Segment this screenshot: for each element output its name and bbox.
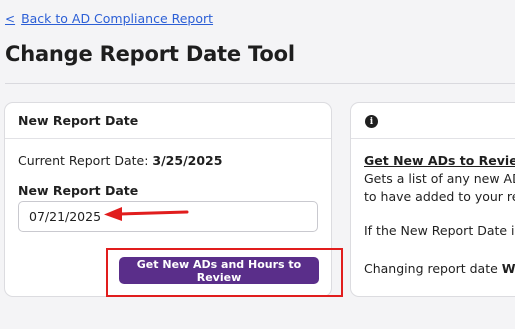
current-date-value: 3/25/2025 bbox=[152, 153, 223, 168]
chevron-left-icon: < bbox=[5, 11, 16, 26]
current-date-label: Current Report Date: bbox=[18, 153, 153, 168]
new-report-date-input[interactable] bbox=[18, 201, 318, 232]
new-date-field-label: New Report Date bbox=[18, 183, 139, 198]
get-new-ads-button[interactable]: Get New ADs and Hours to Review bbox=[119, 257, 319, 284]
info-text-line: Changing report date WI bbox=[364, 261, 515, 276]
info-line4-bold: WI bbox=[501, 261, 515, 276]
info-card-header: i bbox=[351, 103, 515, 139]
info-text-line: to have added to your re bbox=[364, 189, 515, 204]
info-card: i Get New ADs to Review Gets a list of a… bbox=[350, 102, 515, 297]
title-divider bbox=[5, 83, 515, 84]
back-to-report-link[interactable]: < Back to AD Compliance Report bbox=[5, 11, 213, 26]
info-icon: i bbox=[365, 115, 378, 128]
info-line4-prefix: Changing report date bbox=[364, 261, 502, 276]
info-text-line: If the New Report Date is l bbox=[364, 223, 515, 238]
info-heading: Get New ADs to Review bbox=[364, 153, 515, 168]
back-link-label: Back to AD Compliance Report bbox=[21, 11, 214, 26]
card-header: New Report Date bbox=[5, 103, 331, 139]
info-text-line: Gets a list of any new ADs bbox=[364, 171, 515, 186]
page-title: Change Report Date Tool bbox=[5, 42, 295, 66]
current-report-date: Current Report Date: 3/25/2025 bbox=[18, 153, 222, 168]
